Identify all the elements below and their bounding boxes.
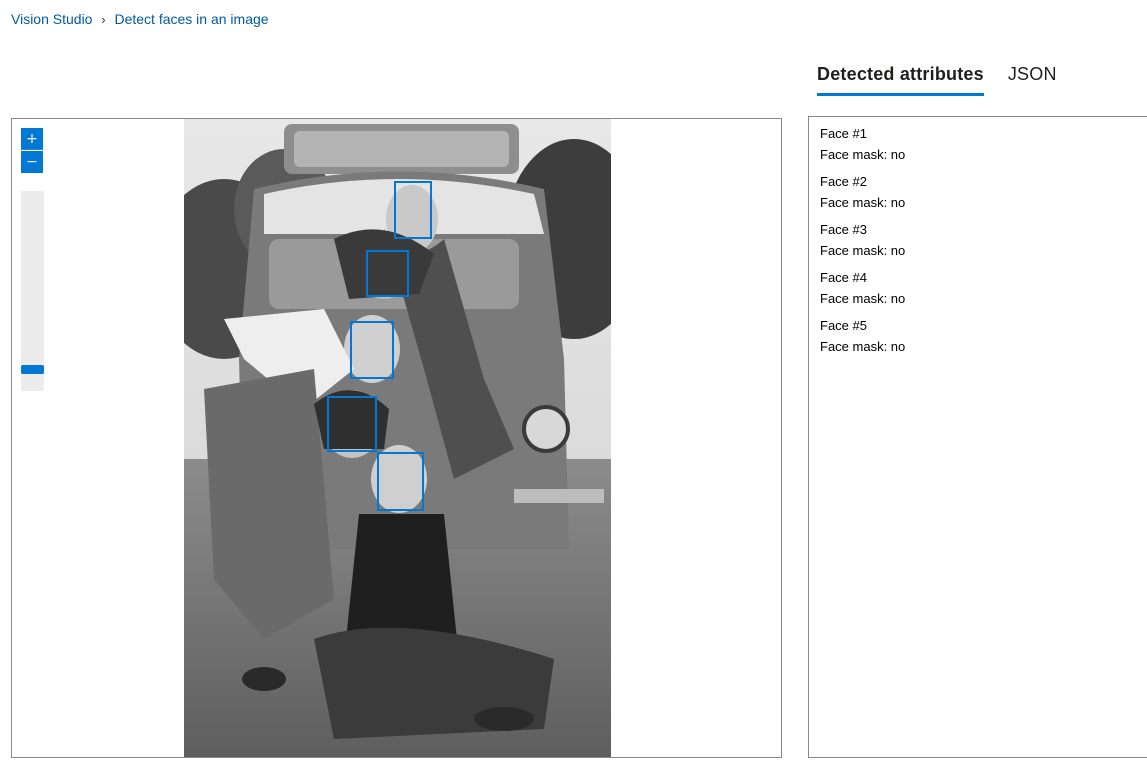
face-box-2[interactable] xyxy=(366,250,409,297)
face-title: Face #3 xyxy=(820,222,867,237)
face-mask-value: Face mask: no xyxy=(820,243,906,258)
list-item: Face #5 Face mask: no xyxy=(820,315,1146,357)
detected-attributes-panel: Face #1 Face mask: no Face #2 Face mask:… xyxy=(808,116,1147,758)
face-box-4[interactable] xyxy=(327,396,377,452)
zoom-out-button[interactable]: − xyxy=(21,151,43,173)
zoom-in-button[interactable]: + xyxy=(21,128,43,150)
face-title: Face #4 xyxy=(820,270,867,285)
breadcrumb-vision-studio-link[interactable]: Vision Studio xyxy=(11,11,92,27)
minus-icon: − xyxy=(26,154,38,170)
face-box-3[interactable] xyxy=(350,321,394,379)
face-mask-value: Face mask: no xyxy=(820,291,906,306)
image-viewer[interactable]: + − xyxy=(11,118,782,758)
breadcrumb-current-page: Detect faces in an image xyxy=(114,11,269,27)
result-tabs: Detected attributes JSON xyxy=(817,64,1057,96)
face-mask-value: Face mask: no xyxy=(820,147,906,162)
face-title: Face #5 xyxy=(820,318,867,333)
list-item: Face #2 Face mask: no xyxy=(820,171,1146,213)
list-item: Face #3 Face mask: no xyxy=(820,219,1146,261)
tab-json[interactable]: JSON xyxy=(1008,64,1057,96)
breadcrumb: Vision Studio › Detect faces in an image xyxy=(11,10,269,28)
plus-icon: + xyxy=(26,131,38,147)
face-mask-value: Face mask: no xyxy=(820,195,906,210)
tab-detected-attributes[interactable]: Detected attributes xyxy=(817,64,984,96)
analyzed-photo xyxy=(184,119,611,757)
face-title: Face #1 xyxy=(820,126,867,141)
list-item: Face #4 Face mask: no xyxy=(820,267,1146,309)
list-item: Face #1 Face mask: no xyxy=(820,123,1146,165)
face-mask-value: Face mask: no xyxy=(820,339,906,354)
zoom-slider-thumb[interactable] xyxy=(21,365,44,375)
face-box-1[interactable] xyxy=(394,181,432,239)
face-title: Face #2 xyxy=(820,174,867,189)
zoom-slider[interactable] xyxy=(21,191,44,391)
face-box-5[interactable] xyxy=(377,452,424,511)
chevron-right-icon: › xyxy=(101,11,106,27)
